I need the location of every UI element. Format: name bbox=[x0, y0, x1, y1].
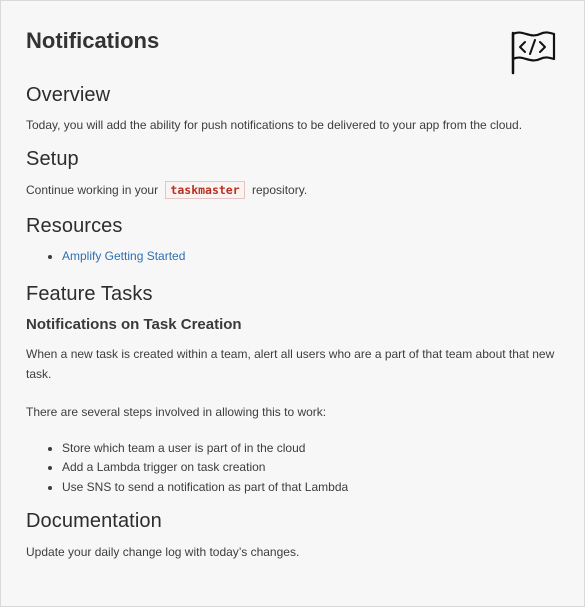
list-item: Store which team a user is part of in th… bbox=[62, 439, 559, 459]
amplify-getting-started-link[interactable]: Amplify Getting Started bbox=[62, 249, 185, 263]
repo-name-code: taskmaster bbox=[165, 181, 245, 199]
setup-text: Continue working in your taskmaster repo… bbox=[26, 180, 559, 200]
resources-section: Resources Amplify Getting Started bbox=[26, 214, 559, 267]
list-item: Add a Lambda trigger on task creation bbox=[62, 458, 559, 478]
feature-tasks-heading: Feature Tasks bbox=[26, 282, 153, 305]
feature-steps-list: Store which team a user is part of in th… bbox=[26, 439, 559, 498]
resources-heading: Resources bbox=[26, 215, 123, 237]
feature-tasks-section: Feature Tasks Notifications on Task Crea… bbox=[26, 282, 559, 498]
setup-section: Setup Continue working in your taskmaste… bbox=[26, 147, 559, 200]
setup-text-after: repository. bbox=[252, 183, 308, 197]
overview-section: Overview Today, you will add the ability… bbox=[26, 83, 559, 135]
documentation-text: Update your daily change log with today’… bbox=[26, 545, 300, 559]
setup-text-before: Continue working in your bbox=[26, 183, 159, 197]
documentation-heading: Documentation bbox=[26, 510, 162, 532]
code-flag-icon bbox=[511, 31, 556, 75]
setup-heading: Setup bbox=[26, 148, 79, 170]
list-item: Amplify Getting Started bbox=[62, 247, 559, 267]
list-item: Use SNS to send a notification as part o… bbox=[62, 478, 559, 498]
documentation-section: Documentation Update your daily change l… bbox=[26, 509, 559, 562]
overview-heading: Overview bbox=[26, 84, 111, 106]
assignment-page: Notifications Overview Today, you will a… bbox=[0, 0, 585, 607]
feature-para-1: When a new task is created within a team… bbox=[26, 346, 555, 381]
feature-subheading: Notifications on Task Creation bbox=[26, 315, 242, 333]
overview-text: Today, you will add the ability for push… bbox=[26, 118, 523, 132]
feature-para-2: There are several steps involved in allo… bbox=[26, 404, 327, 419]
page-title: Notifications bbox=[26, 28, 160, 53]
resources-list: Amplify Getting Started bbox=[26, 247, 559, 267]
